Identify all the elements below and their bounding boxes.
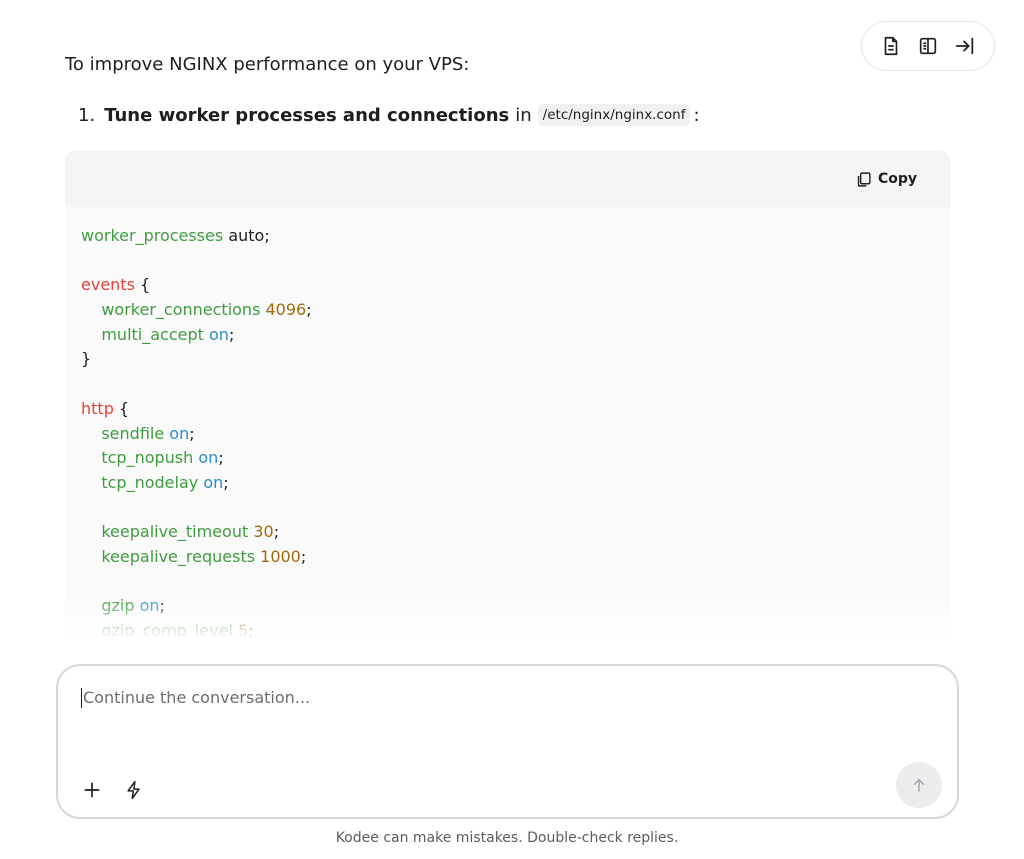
code-block: Copy worker_processes auto; events { work… <box>65 151 950 645</box>
step-title: Tune worker processes and connections <box>104 104 510 126</box>
code-token: worker_connections <box>81 300 261 320</box>
code-line: keepalive_timeout 30; <box>81 520 934 545</box>
step-suffix: : <box>693 104 700 126</box>
reader-button[interactable] <box>911 29 945 63</box>
arrow-up-icon <box>913 779 925 792</box>
step-number: 1. <box>78 104 96 126</box>
code-token: events <box>81 275 135 295</box>
code-token: ; <box>300 546 307 566</box>
code-token: keepalive_requests <box>81 546 256 566</box>
copy-icon <box>857 171 871 187</box>
code-body: worker_processes auto; events { worker_co… <box>65 207 950 644</box>
code-token: 30 <box>253 522 274 542</box>
code-token: auto; <box>223 226 270 245</box>
code-line: } <box>81 347 934 372</box>
top-toolbar <box>861 21 995 71</box>
copy-label: Copy <box>877 171 917 187</box>
code-token: 1000 <box>260 546 301 566</box>
code-token: tcp_nopush <box>81 448 194 468</box>
code-token: { <box>113 398 130 418</box>
code-token: http <box>81 398 114 418</box>
code-token: ; <box>228 324 235 344</box>
code-token: keepalive_timeout <box>81 522 249 542</box>
disclaimer-text: Kodee can make mistakes. Double-check re… <box>335 830 679 846</box>
code-line: worker_processes auto; <box>81 224 934 249</box>
code-token: ; <box>218 448 224 468</box>
step-connector: in <box>515 104 532 126</box>
code-token: on <box>198 448 219 468</box>
code-token: on <box>209 324 229 344</box>
document-icon <box>884 36 897 56</box>
message-intro: To improve NGINX performance on your VPS… <box>65 54 470 75</box>
code-block-header: Copy <box>65 151 950 207</box>
send-button[interactable] <box>896 762 942 808</box>
inline-code-path: /etc/nginx/nginx.conf <box>537 104 691 126</box>
code-line: keepalive_requests 1000; <box>81 545 934 570</box>
collapse-panel-button[interactable] <box>948 29 982 63</box>
collapse-right-icon <box>956 37 974 55</box>
code-line: sendfile on; <box>81 422 934 447</box>
code-token: tcp_nodelay <box>81 472 199 492</box>
book-icon <box>919 37 937 55</box>
plus-icon <box>84 782 100 798</box>
code-token: multi_accept <box>81 324 204 344</box>
code-token: ; <box>189 423 195 443</box>
code-token: worker_processes <box>81 226 224 245</box>
message-composer: Continue the conversation... <box>56 664 959 819</box>
code-token: on <box>169 423 190 443</box>
step-item: 1. Tune worker processes and connections… <box>78 104 700 126</box>
copy-button[interactable]: Copy <box>855 171 917 188</box>
code-token: } <box>81 349 92 369</box>
code-token: ; <box>223 472 229 492</box>
code-line: worker_connections 4096; <box>81 298 934 323</box>
code-token: ; <box>273 522 280 542</box>
code-line: multi_accept on; <box>81 323 934 348</box>
code-fade-overlay <box>65 595 950 645</box>
message-input[interactable]: Continue the conversation... <box>81 688 310 708</box>
code-line: http { <box>81 397 934 422</box>
code-token: 4096 <box>265 300 307 320</box>
code-line: tcp_nodelay on; <box>81 471 934 496</box>
code-line: tcp_nopush on; <box>81 446 934 471</box>
code-token: sendfile <box>81 423 165 443</box>
document-button[interactable] <box>874 29 908 63</box>
lightning-icon <box>127 780 140 800</box>
tools-button[interactable] <box>122 778 146 802</box>
add-attachment-button[interactable] <box>80 778 104 802</box>
code-token: ; <box>306 300 312 320</box>
code-line: events { <box>81 273 934 298</box>
code-token: on <box>203 472 224 492</box>
code-token: { <box>134 275 151 295</box>
